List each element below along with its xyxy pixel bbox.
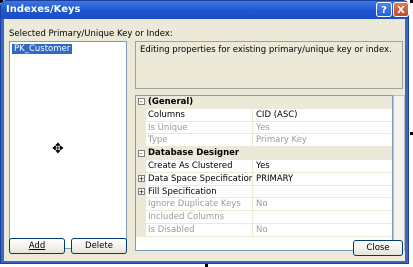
property-grid-scrollbar[interactable] — [393, 95, 405, 251]
property-value: No — [256, 224, 268, 235]
property-row[interactable]: Is Disabled No — [136, 223, 392, 237]
property-value: Yes — [256, 122, 270, 133]
keys-listbox[interactable]: PK_Customer — [9, 41, 127, 249]
row-gutter — [136, 121, 146, 134]
property-name: Included Columns — [146, 211, 253, 223]
property-name: Is Disabled — [146, 223, 253, 236]
property-row[interactable]: Included Columns — [136, 211, 392, 224]
row-gutter — [136, 159, 146, 172]
property-value[interactable]: Yes — [253, 160, 392, 172]
row-gutter — [136, 108, 146, 121]
property-name: Create As Clustered — [146, 159, 253, 172]
add-button-label: Add — [28, 241, 46, 251]
property-row[interactable]: Is Unique Yes — [136, 121, 392, 135]
property-row[interactable]: Ignore Duplicate Keys No — [136, 198, 392, 212]
property-name: Data Space Specification — [148, 172, 253, 185]
row-gutter — [136, 198, 146, 211]
delete-button[interactable]: Delete — [71, 238, 127, 254]
delete-button-label: Delete — [85, 241, 113, 251]
property-name: Is Unique — [146, 121, 253, 134]
close-window-button[interactable]: X — [393, 2, 409, 17]
property-category-row[interactable]: - (General) — [136, 96, 392, 109]
property-value: Primary Key — [256, 135, 307, 146]
property-row[interactable]: + Fill Specification — [136, 185, 392, 199]
property-value[interactable]: PRIMARY — [253, 173, 392, 185]
add-button[interactable]: Add — [9, 238, 65, 254]
property-category-row[interactable]: - Database Designer — [136, 147, 392, 160]
property-row[interactable]: Columns CID (ASC) — [136, 108, 392, 122]
title-bar[interactable]: Indexes/Keys ? X — [1, 1, 409, 19]
row-gutter: - — [136, 147, 146, 159]
property-name: Columns — [146, 108, 253, 121]
dialog-body: Selected Primary/Unique Key or Index: PK… — [4, 19, 405, 261]
row-gutter — [136, 223, 146, 236]
property-row[interactable]: Create As Clustered Yes — [136, 159, 392, 173]
property-grid[interactable]: - (General) Columns CID (ASC) Is Unique Yes Ty… — [135, 95, 393, 251]
category-label: (General) — [148, 97, 194, 107]
row-gutter: - — [136, 96, 146, 108]
row-gutter: + — [136, 185, 146, 198]
property-row[interactable]: + Data Space Specification PRIMARY — [136, 172, 392, 186]
close-button[interactable]: Close — [353, 240, 403, 256]
row-gutter — [136, 134, 146, 147]
window-title: Indexes/Keys — [6, 4, 81, 15]
collapse-icon[interactable]: - — [137, 149, 145, 157]
description-panel: Editing properties for existing primary/… — [135, 41, 403, 89]
property-value: No — [256, 199, 268, 210]
list-item[interactable]: PK_Customer — [12, 44, 73, 54]
help-button[interactable]: ? — [376, 2, 392, 17]
property-name: Fill Specification — [146, 185, 253, 198]
category-label: Database Designer — [148, 148, 240, 159]
close-button-label: Close — [366, 243, 390, 253]
expand-icon[interactable]: + — [137, 187, 145, 195]
property-value[interactable] — [253, 186, 392, 198]
selected-key-label: Selected Primary/Unique Key or Index: — [9, 29, 173, 39]
row-gutter: + — [136, 172, 146, 185]
row-gutter — [136, 211, 146, 223]
move-cursor-icon: ✥ — [52, 141, 64, 157]
collapse-icon[interactable]: - — [137, 98, 145, 106]
property-value — [253, 211, 392, 223]
property-value[interactable]: CID (ASC) — [253, 109, 392, 121]
property-name: Type — [146, 134, 253, 147]
property-row[interactable]: Type Primary Key — [136, 134, 392, 148]
property-name: Ignore Duplicate Keys — [146, 198, 253, 211]
expand-icon[interactable]: + — [137, 175, 145, 183]
indexes-keys-dialog: Indexes/Keys ? X Selected Primary/Unique… — [0, 0, 409, 264]
